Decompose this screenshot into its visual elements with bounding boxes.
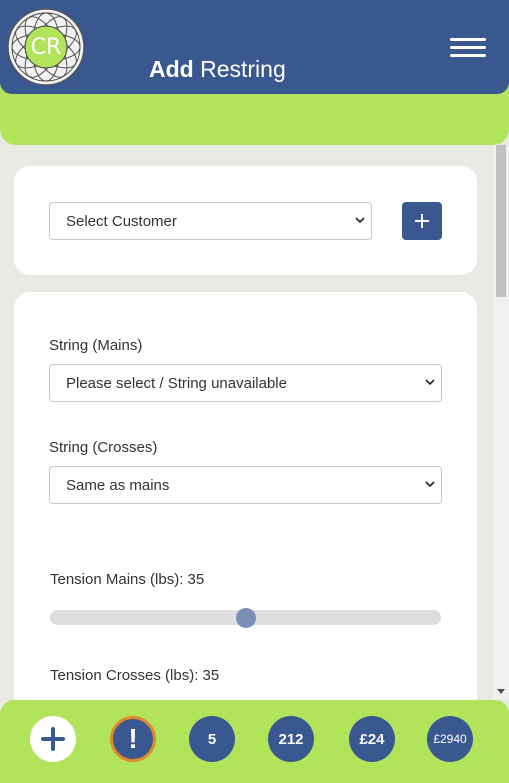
form-scroll-area[interactable]: Select Customer String (Mains) Please se… bbox=[0, 145, 493, 700]
total-badge-button[interactable]: 212 bbox=[268, 716, 314, 762]
tension-mains-slider-thumb[interactable] bbox=[235, 608, 256, 628]
scroll-down-arrow-icon[interactable] bbox=[497, 689, 505, 694]
string-crosses-label: String (Crosses) bbox=[49, 439, 158, 456]
page-title: Add Restring bbox=[149, 56, 286, 83]
chevron-down-icon bbox=[425, 379, 435, 386]
string-card: String (Mains) Please select / String un… bbox=[14, 292, 477, 700]
menu-line-middle bbox=[450, 46, 486, 49]
header: CR Add Restring bbox=[0, 0, 509, 145]
string-crosses-value: Same as mains bbox=[66, 476, 170, 494]
revenue-badge-button[interactable]: £2940 bbox=[427, 716, 473, 762]
logo[interactable]: CR bbox=[6, 7, 86, 87]
alerts-button[interactable]: ! bbox=[110, 716, 156, 762]
header-bar: CR Add Restring bbox=[0, 0, 509, 94]
hamburger-menu-icon[interactable] bbox=[446, 36, 490, 60]
tension-mains-label: Tension Mains (lbs): 35 bbox=[50, 571, 205, 588]
menu-line-bottom bbox=[450, 54, 486, 57]
scrollbar-thumb[interactable] bbox=[496, 145, 506, 297]
string-crosses-select[interactable]: Same as mains bbox=[49, 466, 442, 504]
string-mains-label: String (Mains) bbox=[49, 337, 143, 354]
string-mains-value: Please select / String unavailable bbox=[66, 374, 287, 392]
scrollbar[interactable] bbox=[493, 145, 509, 700]
menu-line-top bbox=[450, 38, 486, 41]
string-mains-select[interactable]: Please select / String unavailable bbox=[49, 364, 442, 402]
plus-icon-vertical bbox=[421, 214, 423, 228]
plus-icon-vertical bbox=[51, 727, 55, 751]
customer-select[interactable]: Select Customer bbox=[49, 202, 372, 240]
page-title-bold: Add bbox=[149, 56, 194, 82]
page-title-rest: Restring bbox=[193, 56, 286, 82]
chevron-down-icon bbox=[425, 481, 435, 488]
tension-crosses-label: Tension Crosses (lbs): 35 bbox=[50, 667, 220, 684]
count-badge-button[interactable]: 5 bbox=[189, 716, 235, 762]
tension-mains-slider[interactable] bbox=[50, 608, 441, 628]
add-customer-button[interactable] bbox=[402, 202, 442, 240]
amount-badge-button[interactable]: £24 bbox=[349, 716, 395, 762]
app: CR Add Restring Select Customer String (… bbox=[0, 0, 509, 783]
add-restring-button[interactable] bbox=[30, 716, 76, 762]
footer-bar: ! 5 212 £24 £2940 bbox=[0, 700, 509, 783]
chevron-down-icon bbox=[355, 217, 365, 224]
customer-card: Select Customer bbox=[14, 166, 477, 275]
customer-select-value: Select Customer bbox=[66, 212, 177, 230]
logo-text: CR bbox=[30, 34, 62, 60]
